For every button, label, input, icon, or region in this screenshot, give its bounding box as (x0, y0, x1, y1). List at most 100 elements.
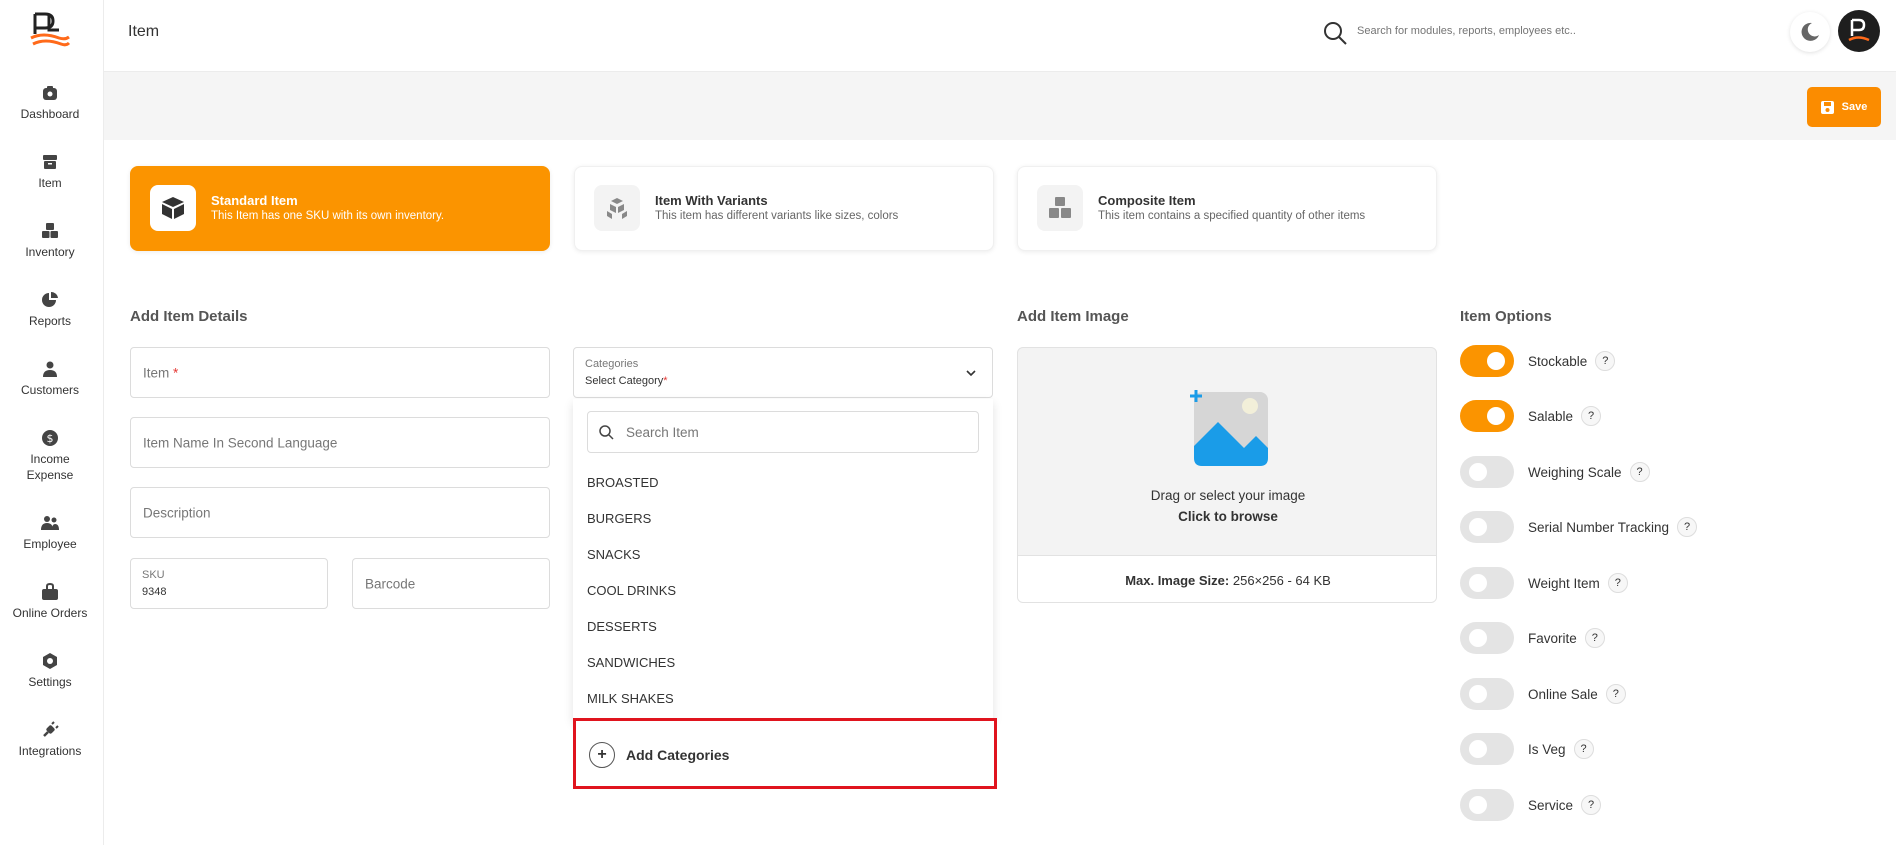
category-search-placeholder: Search Item (626, 425, 699, 440)
dollar-icon: $ (42, 430, 58, 446)
help-icon[interactable]: ? (1607, 573, 1628, 593)
sidebar-item-inventory[interactable]: Inventory (0, 222, 100, 260)
category-option[interactable]: DESSERTS (587, 619, 657, 634)
sidebar-item-label: Item (38, 176, 62, 190)
sidebar-item-employee[interactable]: Employee (0, 514, 100, 552)
description-field[interactable]: Description (130, 487, 550, 538)
archive-icon (43, 155, 57, 169)
sidebar-item-dashboard[interactable]: Dashboard (0, 84, 100, 122)
category-search-input[interactable]: Search Item (587, 411, 979, 453)
image-drop-text: Drag or select your image (1150, 488, 1306, 503)
employee-icon (41, 516, 59, 530)
sidebar-item-label: Employee (23, 537, 77, 551)
image-size-info: Max. Image Size: 256×256 - 64 KB (1018, 555, 1436, 602)
bag-icon (42, 583, 58, 600)
sku-label: SKU (142, 569, 165, 581)
category-option[interactable]: MILK SHAKES (587, 691, 674, 706)
item-second-language-placeholder: Item Name In Second Language (143, 435, 338, 450)
global-search-input[interactable] (1357, 25, 1607, 37)
stockable-toggle[interactable] (1460, 345, 1514, 377)
option-is-veg: Is Veg ? (1460, 733, 1594, 765)
required-marker: * (173, 365, 179, 380)
help-icon[interactable]: ? (1581, 406, 1602, 426)
serial-number-tracking-toggle[interactable] (1460, 511, 1514, 543)
option-serial-number-tracking: Serial Number Tracking ? (1460, 511, 1698, 543)
barcode-field[interactable]: Barcode (352, 558, 550, 609)
image-browse-link[interactable]: Click to browse (1018, 509, 1436, 524)
item-type-composite-card[interactable]: Composite Item This item contains a spec… (1017, 166, 1437, 251)
sidebar-item-customers[interactable]: Customers (0, 360, 100, 398)
item-second-language-field[interactable]: Item Name In Second Language (130, 417, 550, 468)
users-icon (43, 361, 57, 377)
favorite-toggle[interactable] (1460, 622, 1514, 654)
help-icon[interactable]: ? (1581, 795, 1602, 815)
toggle-knob (1469, 463, 1487, 481)
help-icon[interactable]: ? (1677, 517, 1698, 537)
item-type-title: Item With Variants (655, 193, 768, 208)
weighing-scale-toggle[interactable] (1460, 456, 1514, 488)
image-upload-dropzone[interactable]: Drag or select your image Click to brows… (1017, 347, 1437, 603)
category-option[interactable]: COOL DRINKS (587, 583, 676, 598)
categories-select[interactable]: Categories Select Category* (573, 347, 993, 398)
required-marker: * (663, 375, 668, 387)
sidebar-item-online-orders[interactable]: Online Orders (0, 583, 100, 621)
item-name-field[interactable]: Item * (130, 347, 550, 398)
category-option[interactable]: BURGERS (587, 511, 651, 526)
toggle-knob (1469, 685, 1487, 703)
option-service: Service ? (1460, 789, 1602, 821)
action-toolbar: Save (104, 72, 1896, 140)
item-options-title: Item Options (1460, 308, 1552, 325)
service-toggle[interactable] (1460, 789, 1514, 821)
sidebar-item-integrations[interactable]: Integrations (0, 721, 100, 759)
help-icon[interactable]: ? (1595, 351, 1616, 371)
image-max-size-label: Max. Image Size: (1125, 573, 1230, 588)
sidebar-item-label: Settings (28, 675, 72, 689)
salable-toggle[interactable] (1460, 400, 1514, 432)
save-button[interactable]: Save (1807, 87, 1881, 127)
toggle-knob (1469, 740, 1487, 758)
sku-value: 9348 (142, 586, 167, 598)
sidebar: Dashboard Item Inventory Reports Custome… (0, 0, 104, 845)
help-icon[interactable]: ? (1629, 462, 1650, 482)
option-label: Is Veg (1528, 741, 1566, 757)
option-salable: Salable ? (1460, 400, 1602, 432)
theme-toggle-button[interactable] (1790, 12, 1830, 52)
option-label: Weight Item (1528, 575, 1600, 591)
help-icon[interactable]: ? (1584, 628, 1605, 648)
boxes-icon (42, 223, 58, 238)
option-label: Salable (1528, 408, 1574, 424)
weight-item-toggle[interactable] (1460, 567, 1514, 599)
categories-value: Select Category* (585, 375, 668, 387)
search-icon (599, 425, 614, 440)
help-icon[interactable]: ? (1573, 739, 1594, 759)
category-option[interactable]: SANDWICHES (587, 655, 675, 670)
item-type-variants-card[interactable]: Item With Variants This item has differe… (574, 166, 994, 251)
sidebar-item-reports[interactable]: Reports (0, 291, 100, 329)
categories-label: Categories (585, 358, 639, 370)
standard-item-icon-wrap (150, 185, 196, 231)
toggle-knob (1469, 518, 1487, 536)
main-content: Standard Item This Item has one SKU with… (104, 140, 1896, 845)
app-logo[interactable] (29, 10, 71, 50)
page-title: Item (128, 23, 160, 40)
add-categories-button[interactable]: + Add Categories (573, 718, 997, 789)
top-header: Item (104, 0, 1896, 72)
sku-field[interactable]: SKU 9348 (130, 558, 328, 609)
avatar[interactable] (1838, 10, 1880, 52)
sidebar-item-item[interactable]: Item (0, 153, 100, 191)
add-item-details-title: Add Item Details (130, 308, 248, 325)
help-icon[interactable]: ? (1605, 684, 1626, 704)
category-option[interactable]: BROASTED (587, 475, 659, 490)
is-veg-toggle[interactable] (1460, 733, 1514, 765)
search-icon[interactable] (1322, 20, 1348, 46)
categories-value-text: Select Category (585, 375, 664, 387)
item-type-subtitle: This Item has one SKU with its own inven… (211, 210, 445, 222)
image-placeholder-icon (1190, 390, 1268, 466)
item-type-standard-card[interactable]: Standard Item This Item has one SKU with… (130, 166, 550, 251)
category-option[interactable]: SNACKS (587, 547, 640, 562)
online-sale-toggle[interactable] (1460, 678, 1514, 710)
item-type-title: Standard Item (211, 193, 298, 208)
sidebar-item-settings[interactable]: Settings (0, 652, 100, 690)
composite-item-icon-wrap (1037, 185, 1083, 231)
sidebar-item-income-expense[interactable]: $ Income Expense (0, 429, 100, 483)
